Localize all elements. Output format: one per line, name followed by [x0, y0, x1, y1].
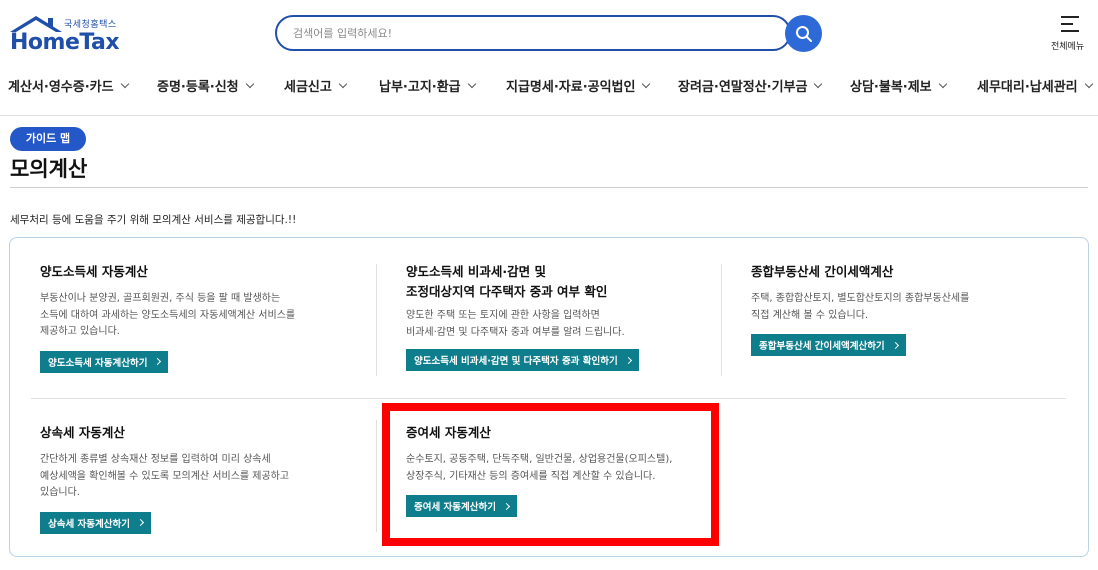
page-title: 모의계산 — [10, 157, 88, 181]
button-label: 양도소득세 비과세·감면 및 다주택자 중과 확인하기 — [414, 356, 618, 367]
card-property-tax: 종합부동산세 간이세액계산 주택, 종합합산토지, 별도합산토지의 종합부동산세… — [751, 262, 969, 356]
button-label: 양도소득세 자동계산하기 — [48, 357, 148, 369]
card-title: 양도소득세 자동계산 — [40, 264, 148, 279]
nav-item-label: 계산서·영수증·카드 — [8, 80, 114, 95]
desc-line: 소득에 대하여 과세하는 양도소득세의 자동세액계산 서비스를 — [40, 309, 296, 321]
chevron-right-icon — [136, 518, 145, 527]
card-inheritance-tax: 상속세 자동계산 간단하게 종류별 상속재산 정보를 입력하여 미리 상속세 예… — [40, 423, 289, 534]
search-box — [275, 15, 791, 51]
nav-item-payment[interactable]: 납부·고지·환급 — [379, 76, 476, 95]
column-divider — [376, 420, 377, 532]
chevron-right-icon — [154, 357, 162, 366]
card-description: 간단하게 종류별 상속재산 정보를 입력하여 미리 상속세 예상세액을 확인해볼… — [40, 452, 289, 502]
highlight-box — [382, 403, 719, 546]
nav-item-tax-agent[interactable]: 세무대리·납세관리 — [977, 76, 1093, 95]
nav-item-label: 지급명세·자료·공익법인 — [506, 80, 636, 95]
row-divider — [31, 398, 1066, 399]
card-description: 부동산이나 분양권, 골프회원권, 주식 등을 팔 때 발생하는 소득에 대하여… — [40, 291, 295, 341]
search-button[interactable] — [785, 15, 822, 52]
search-input[interactable] — [277, 17, 789, 49]
logo-subtitle: 국세청홈택스 — [64, 20, 117, 30]
chevron-down-icon — [338, 79, 348, 88]
desc-line: 간단하게 종류별 상속재산 정보를 입력하여 미리 상속세 — [40, 454, 271, 465]
column-divider — [376, 264, 377, 376]
chevron-down-icon — [467, 79, 476, 88]
desc-line: 주택, 종합합산토지, 별도합산토지의 종합부동산세를 — [751, 293, 970, 304]
logo-text: HomeTax — [10, 30, 120, 55]
title-divider — [10, 187, 1088, 188]
desc-line: 비과세·감면 및 다주택자 중과 여부를 알려 드립니다. — [406, 326, 625, 338]
search-icon — [795, 25, 812, 42]
nav-item-invoice[interactable]: 계산서·영수증·카드 — [8, 76, 129, 95]
button-label: 종합부동산세 간이세액계산하기 — [759, 341, 885, 352]
desc-line: 부동산이나 분양권, 골프회원권, 주식 등을 팔 때 발생하는 — [40, 293, 281, 304]
main-nav: 계산서·영수증·카드 증명·등록·신청 세금신고 납부·고지·환급 지급명세·자… — [0, 66, 1098, 116]
chevron-down-icon — [245, 79, 254, 88]
nav-item-payment-statement[interactable]: 지급명세·자료·공익법인 — [506, 76, 651, 95]
chevron-down-icon — [642, 79, 651, 88]
nav-item-label: 장려금·연말정산·기부금 — [678, 80, 808, 95]
header: 국세청홈택스 HomeTax 전체메뉴 — [0, 0, 1098, 66]
nav-item-consult[interactable]: 상담·불복·제보 — [850, 76, 947, 95]
desc-line: 양도한 주택 또는 토지에 관한 사항을 입력하면 — [406, 310, 600, 321]
column-divider — [721, 264, 722, 376]
desc-line: 예상세액을 확인해볼 수 있도록 모의계산 서비스를 제공하고 — [40, 470, 290, 482]
chevron-down-icon — [120, 79, 129, 88]
nav-item-label: 세무대리·납세관리 — [977, 80, 1078, 95]
card-exemption-check: 양도소득세 비과세·감면 및 조정대상지역 다주택자 중과 여부 확인 양도한 … — [406, 262, 639, 371]
all-menu-button[interactable]: 전체메뉴 — [1048, 14, 1094, 54]
button-label: 상속세 자동계산하기 — [48, 518, 130, 530]
chevron-down-icon — [1084, 79, 1093, 88]
guide-map-badge[interactable]: 가이드 맵 — [10, 127, 86, 151]
chevron-right-icon — [891, 341, 899, 349]
card-title-line2: 조정대상지역 다주택자 중과 여부 확인 — [406, 284, 608, 299]
chevron-down-icon — [814, 79, 823, 88]
nav-item-label: 세금신고 — [284, 80, 332, 95]
card-description: 양도한 주택 또는 토지에 관한 사항을 입력하면 비과세·감면 및 다주택자 … — [406, 308, 639, 341]
capital-gains-calc-button[interactable]: 양도소득세 자동계산하기 — [40, 350, 169, 373]
page-intro: 세무처리 등에 도움을 주기 위해 모의계산 서비스를 제공합니다.!! — [10, 214, 297, 226]
card-title: 상속세 자동계산 — [40, 425, 125, 440]
inheritance-tax-calc-button[interactable]: 상속세 자동계산하기 — [40, 511, 151, 534]
all-menu-label: 전체메뉴 — [1051, 42, 1085, 52]
exemption-check-button[interactable]: 양도소득세 비과세·감면 및 다주택자 중과 확인하기 — [406, 349, 639, 371]
nav-item-label: 납부·고지·환급 — [379, 80, 461, 95]
nav-item-incentive[interactable]: 장려금·연말정산·기부금 — [678, 76, 823, 95]
chevron-down-icon — [938, 79, 947, 88]
nav-item-certificate[interactable]: 증명·등록·신청 — [157, 76, 254, 95]
card-capital-gains: 양도소득세 자동계산 부동산이나 분양권, 골프회원권, 주식 등을 팔 때 발… — [40, 262, 295, 373]
property-tax-calc-button[interactable]: 종합부동산세 간이세액계산하기 — [751, 334, 906, 356]
chevron-right-icon — [624, 356, 632, 364]
nav-item-label: 증명·등록·신청 — [157, 80, 239, 95]
card-title: 종합부동산세 간이세액계산 — [751, 264, 894, 279]
desc-line: 직접 계산해 볼 수 있습니다. — [751, 309, 869, 321]
desc-line: 있습니다. — [40, 487, 80, 498]
card-description: 주택, 종합합산토지, 별도합산토지의 종합부동산세를 직접 계산해 볼 수 있… — [751, 291, 969, 324]
hamburger-icon — [1061, 16, 1079, 37]
nav-item-label: 상담·불복·제보 — [850, 80, 932, 95]
hometax-logo[interactable]: 국세청홈택스 HomeTax — [8, 14, 128, 55]
desc-line: 제공하고 있습니다. — [40, 326, 120, 337]
nav-item-tax-report[interactable]: 세금신고 — [284, 76, 348, 95]
card-title: 양도소득세 비과세·감면 및 — [406, 264, 546, 279]
